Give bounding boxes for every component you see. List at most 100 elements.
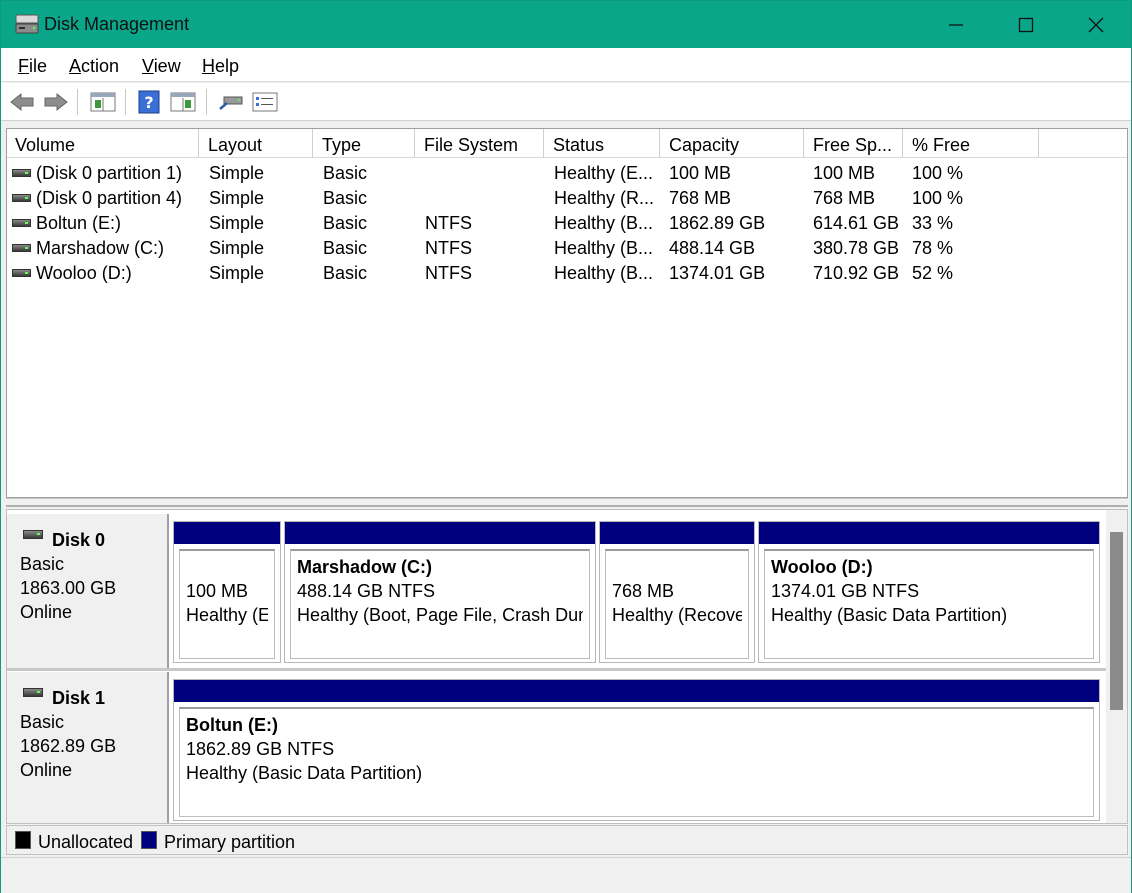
toolbar-separator xyxy=(206,89,207,115)
rescan-disks-button[interactable] xyxy=(218,89,244,115)
show-hide-action-pane-button[interactable] xyxy=(170,89,196,115)
disk-management-app-icon xyxy=(15,14,39,34)
volume-icon xyxy=(12,194,31,202)
volume-type: Basic xyxy=(323,163,368,183)
volume-status: Healthy (B... xyxy=(554,213,654,233)
show-hide-console-tree-button[interactable] xyxy=(90,89,116,115)
volume-free-space: 710.92 GB xyxy=(813,263,900,283)
partition-title xyxy=(612,557,742,581)
column-header-free-space[interactable]: Free Sp... xyxy=(805,129,903,157)
partition-status: Healthy (Basic Data Partition) xyxy=(771,605,1008,625)
primary-partition-bar xyxy=(174,522,280,544)
back-icon xyxy=(10,92,34,112)
forward-button[interactable] xyxy=(43,89,69,115)
disk-name: Disk 1 xyxy=(52,688,106,708)
volume-layout: Simple xyxy=(209,263,265,283)
partition-details: Boltun (E:) 1862.89 GB NTFS Healthy (Bas… xyxy=(179,707,1094,817)
volume-row[interactable]: (Disk 0 partition 1) Simple Basic Health… xyxy=(7,161,1127,186)
column-header-file-system[interactable]: File System xyxy=(416,129,544,157)
volume-capacity: 768 MB xyxy=(669,188,732,208)
window-title: Disk Management xyxy=(44,14,190,34)
partition-details: 100 MB Healthy (EFI System Partition) xyxy=(179,549,275,659)
partition-title xyxy=(186,557,268,581)
volume-file-system: NTFS xyxy=(425,263,472,283)
partition-details: Wooloo (D:) 1374.01 GB NTFS Healthy (Bas… xyxy=(764,549,1094,659)
partition-marshadow[interactable]: Marshadow (C:) 488.14 GB NTFS Healthy (B… xyxy=(284,521,596,663)
menu-bar: File Action View Help xyxy=(1,48,1131,82)
partition-status: Healthy (EFI System Partition) xyxy=(186,605,268,625)
volume-row[interactable]: Marshadow (C:) Simple Basic NTFS Healthy… xyxy=(7,236,1127,261)
disk-management-window: Disk Management File Action View Help ? xyxy=(0,0,1132,893)
partition-wooloo[interactable]: Wooloo (D:) 1374.01 GB NTFS Healthy (Bas… xyxy=(758,521,1100,663)
volume-type: Basic xyxy=(323,188,368,208)
menu-action[interactable]: Action xyxy=(69,56,119,77)
volume-percent-free: 78 % xyxy=(912,238,954,258)
column-header-capacity[interactable]: Capacity xyxy=(661,129,804,157)
minimize-icon xyxy=(949,23,963,26)
toolbar-separator xyxy=(125,89,126,115)
partition-boltun[interactable]: Boltun (E:) 1862.89 GB NTFS Healthy (Bas… xyxy=(173,679,1100,821)
properties-button[interactable] xyxy=(252,89,278,115)
volume-percent-free: 100 % xyxy=(912,163,964,183)
column-header-percent-free[interactable]: % Free xyxy=(904,129,1039,157)
volume-row[interactable]: Wooloo (D:) Simple Basic NTFS Healthy (B… xyxy=(7,261,1127,286)
disk-1-label[interactable]: Disk 1 Basic 1862.89 GB Online xyxy=(7,672,169,823)
menu-view[interactable]: View xyxy=(142,56,181,77)
volume-status: Healthy (E... xyxy=(554,163,654,183)
partition-title: Wooloo (D:) xyxy=(771,557,873,577)
partition-recovery[interactable]: 768 MB Healthy (Recovery Partition) xyxy=(599,521,755,663)
partition-details: 768 MB Healthy (Recovery Partition) xyxy=(605,549,749,659)
volume-capacity: 488.14 GB xyxy=(669,238,756,258)
disk-map-scrollbar[interactable] xyxy=(1106,510,1127,823)
pane-splitter[interactable] xyxy=(6,498,1128,507)
scrollbar-thumb[interactable] xyxy=(1110,532,1123,710)
partition-status: Healthy (Recovery Partition) xyxy=(612,605,742,625)
disk-map: Disk 0 Basic 1863.00 GB Online 100 MB He… xyxy=(6,509,1128,824)
primary-partition-bar xyxy=(600,522,754,544)
disk-row-separator xyxy=(7,668,1112,671)
menu-file[interactable]: File xyxy=(18,56,47,77)
unallocated-swatch xyxy=(15,831,31,849)
volume-layout: Simple xyxy=(209,188,265,208)
volume-row[interactable]: (Disk 0 partition 4) Simple Basic Health… xyxy=(7,186,1127,211)
volume-row[interactable]: Boltun (E:) Simple Basic NTFS Healthy (B… xyxy=(7,211,1127,236)
column-header-volume[interactable]: Volume xyxy=(7,129,199,157)
column-header-type[interactable]: Type xyxy=(314,129,415,157)
disk-0-label[interactable]: Disk 0 Basic 1863.00 GB Online xyxy=(7,514,169,668)
column-header-layout[interactable]: Layout xyxy=(200,129,313,157)
console-tree-icon xyxy=(90,92,116,112)
close-button[interactable] xyxy=(1061,1,1131,48)
volume-capacity: 1374.01 GB xyxy=(669,263,766,283)
volume-layout: Simple xyxy=(209,163,265,183)
volume-status: Healthy (R... xyxy=(554,188,654,208)
maximize-button[interactable] xyxy=(991,1,1061,48)
volume-percent-free: 100 % xyxy=(912,188,964,208)
disk-size: 1863.00 GB xyxy=(20,578,117,598)
volume-type: Basic xyxy=(323,238,368,258)
volume-free-space: 100 MB xyxy=(813,163,876,183)
partition-size: 488.14 GB NTFS xyxy=(297,581,436,601)
primary-partition-bar xyxy=(759,522,1099,544)
partition-size: 1374.01 GB NTFS xyxy=(771,581,920,601)
forward-icon xyxy=(44,92,68,112)
legend-unallocated: Unallocated xyxy=(38,832,134,852)
menu-help[interactable]: Help xyxy=(202,56,239,77)
partition-size: 1862.89 GB NTFS xyxy=(186,739,335,759)
title-bar[interactable]: Disk Management xyxy=(1,1,1131,48)
partition-status: Healthy (Boot, Page File, Crash Dump, Ba… xyxy=(297,605,583,625)
partition-efi[interactable]: 100 MB Healthy (EFI System Partition) xyxy=(173,521,281,663)
volume-list-header: Volume Layout Type File System Status Ca… xyxy=(7,129,1127,158)
svg-text:?: ? xyxy=(144,93,153,112)
back-button[interactable] xyxy=(9,89,35,115)
minimize-button[interactable] xyxy=(921,1,991,48)
volume-capacity: 100 MB xyxy=(669,163,732,183)
volume-free-space: 614.61 GB xyxy=(813,213,900,233)
volume-icon xyxy=(12,169,31,177)
partition-title: Boltun (E:) xyxy=(186,715,278,735)
disk-state: Online xyxy=(20,760,73,780)
close-icon xyxy=(1088,17,1104,32)
column-header-status[interactable]: Status xyxy=(545,129,660,157)
volume-type: Basic xyxy=(323,213,368,233)
help-button[interactable]: ? xyxy=(136,89,162,115)
primary-partition-bar xyxy=(285,522,595,544)
